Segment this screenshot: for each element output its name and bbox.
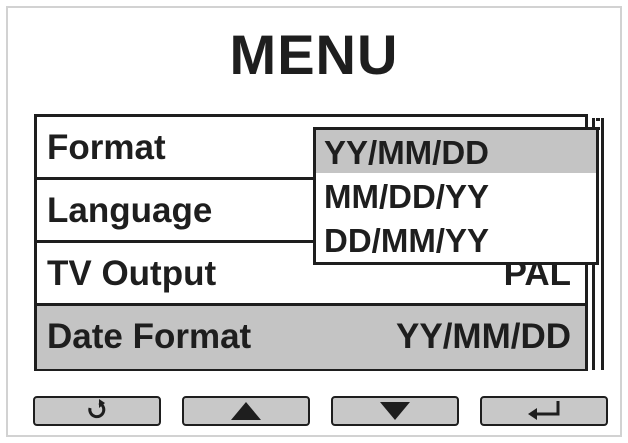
- dropdown-option-yy-mm-dd[interactable]: YY/MM/DD: [316, 130, 596, 173]
- enter-button[interactable]: [480, 396, 608, 426]
- page-title: MENU: [229, 23, 399, 86]
- dropdown-option-dd-mm-yy[interactable]: DD/MM/YY: [316, 218, 596, 261]
- menu-item-label: Date Format: [47, 317, 252, 356]
- menu-item-label: Format: [47, 128, 166, 167]
- softkey-bar: [0, 396, 628, 430]
- up-arrow-icon: [231, 402, 261, 420]
- down-arrow-icon: [380, 402, 410, 420]
- menu-item-value: YY/MM/DD: [396, 317, 571, 356]
- menu-item-label: Language: [47, 191, 213, 230]
- down-button[interactable]: [331, 396, 459, 426]
- menu-item-label: TV Output: [47, 254, 217, 293]
- date-format-dropdown: YY/MM/DD MM/DD/YY DD/MM/YY: [313, 127, 599, 265]
- rotate-back-icon: [88, 399, 106, 419]
- back-button[interactable]: [33, 396, 161, 426]
- up-button[interactable]: [182, 396, 310, 426]
- dropdown-option-mm-dd-yy[interactable]: MM/DD/YY: [316, 174, 596, 217]
- menu-item-date-format[interactable]: Date Format YY/MM/DD: [37, 306, 585, 369]
- enter-return-icon: [528, 401, 560, 420]
